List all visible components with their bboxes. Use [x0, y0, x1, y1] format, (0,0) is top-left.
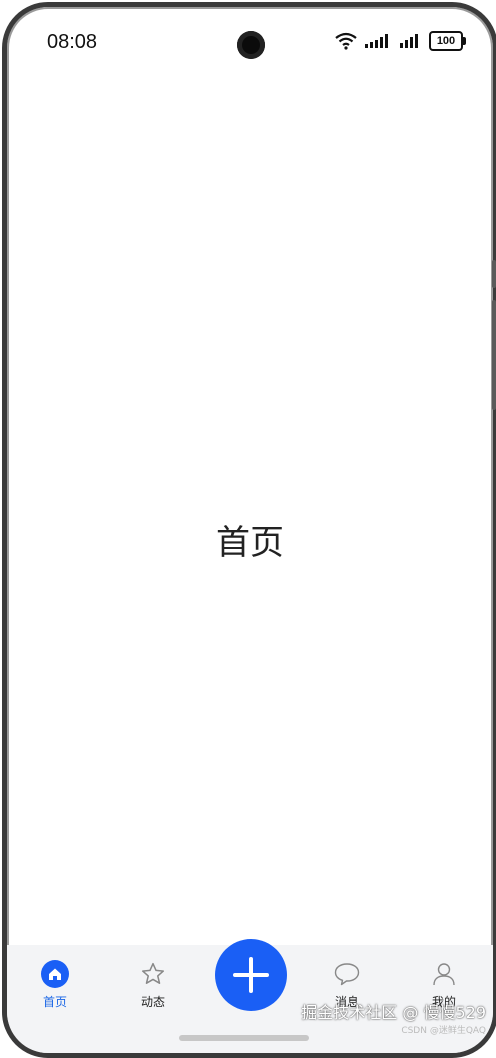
tab-home-label: 首页 — [42, 995, 67, 1009]
page-title: 首页 — [216, 523, 284, 563]
status-icons: 100 — [335, 31, 466, 51]
power-button — [492, 260, 496, 288]
watermark-text: 掘金技术社区 @ 慢慢529 — [301, 1003, 486, 1022]
watermark: 掘金技术社区 @ 慢慢529 CSDN @迷鲜生QAQ — [301, 999, 486, 1036]
front-camera — [237, 31, 265, 59]
signal-icon — [400, 34, 418, 48]
battery-indicator: 100 — [429, 31, 466, 51]
plus-icon — [233, 957, 269, 993]
status-time: 08:08 — [47, 31, 98, 53]
star-icon — [138, 959, 168, 989]
phone-frame: 08:08 100 首页 首页 动态 消息 我的 — [2, 2, 496, 1058]
battery-level: 100 — [436, 35, 456, 47]
home-icon — [40, 959, 70, 989]
wifi-icon — [335, 32, 357, 50]
signal-icon — [365, 34, 388, 48]
volume-button — [492, 300, 496, 410]
chat-bubble-icon — [332, 959, 362, 989]
user-icon — [429, 959, 459, 989]
tab-feed-label: 动态 — [140, 995, 165, 1009]
watermark-subtext: CSDN @迷鲜生QAQ — [401, 1026, 486, 1036]
tab-home[interactable]: 首页 — [20, 959, 90, 1010]
home-indicator[interactable] — [179, 1035, 309, 1041]
status-bar: 08:08 100 — [7, 7, 493, 63]
add-button[interactable] — [215, 939, 287, 1011]
tab-feed[interactable]: 动态 — [118, 959, 188, 1010]
